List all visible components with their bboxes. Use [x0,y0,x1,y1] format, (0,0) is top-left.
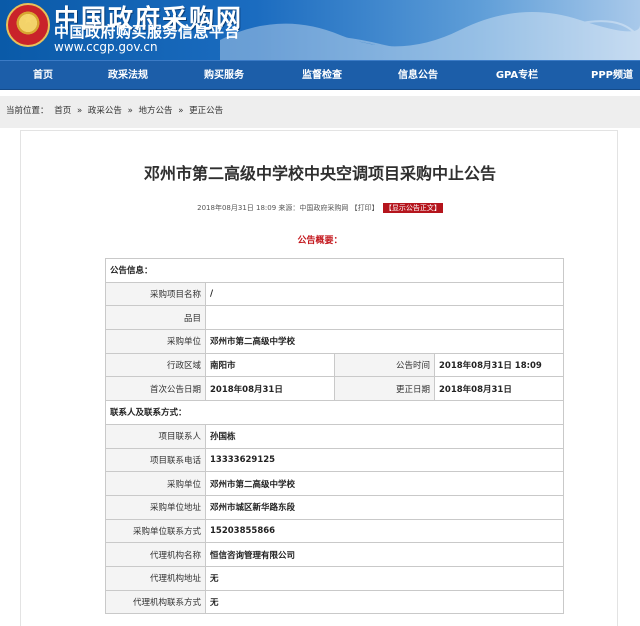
buyer-phone-label: 采购单位联系方式 [105,518,206,544]
table-row: 公告信息： [104,258,565,283]
buyer-phone-value: 15203855866 [204,518,565,544]
breadcrumb-separator: » [76,106,83,116]
item-value [204,305,565,331]
contact-phone-label: 项目联系电话 [105,447,206,473]
table-row: 联系人及联系方式： [104,400,565,425]
buyer-address-value: 邓州市城区新华路东段 [204,494,565,520]
summary-heading: 公告概要： [297,236,343,246]
nav-item-gpa[interactable]: GPA专栏 [490,61,544,90]
publish-time-value: 2018年08月31日 18:09 [433,352,565,378]
agency-phone-label: 代理机构联系方式 [105,589,206,615]
banner-wave-decoration [220,12,640,60]
contact-phone-value: 13333629125 [204,447,565,473]
breadcrumb-gov-notices[interactable]: 政采公告 [88,106,122,116]
project-name-value: / [204,281,565,307]
item-label: 品目 [105,305,206,331]
table-row: 首次公告日期 2018年08月31日 更正日期 2018年08月31日 [105,376,565,402]
table-row: 品目 [105,305,565,331]
table-row: 代理机构联系方式 无 [105,589,565,615]
buyer-value: 邓州市第二高级中学校 [204,329,565,354]
breadcrumb-separator: » [178,106,184,116]
table-row: 采购单位联系方式 15203855866 [105,518,565,544]
site-url: www.ccgp.gov.cn [54,40,158,54]
notice-date-source: 2018年08月31日 18:09 来源：中国政府采购网 【打印】 [197,204,379,212]
table-row: 项目联系人 孙国栋 [105,423,565,449]
national-emblem-icon[interactable]: ★ [6,3,50,47]
site-banner: ★ 中国政府采购网 中国政府购买服务信息平台 www.ccgp.gov.cn [0,0,640,60]
agency-phone-value: 无 [204,589,565,615]
buyer-address-label: 采购单位地址 [105,494,206,520]
buyer-label: 采购单位 [105,329,206,354]
agency-label: 代理机构名称 [105,542,206,567]
agency-address-label: 代理机构地址 [105,565,206,591]
region-value: 南阳市 [205,352,335,378]
table-row: 采购单位地址 邓州市城区新华路东段 [105,494,565,520]
table-row: 采购单位 邓州市第二高级中学校 [105,471,565,496]
nav-item-home[interactable]: 首页 [18,61,68,90]
nav-item-services[interactable]: 购买服务 [196,61,252,90]
breadcrumb: 当前位置： 首页 » 政采公告 » 地方公告 » 更正公告 [6,104,226,116]
contact-person-value: 孙国栋 [204,423,565,449]
breadcrumb-bar: 当前位置： 首页 » 政采公告 » 地方公告 » 更正公告 [0,96,640,128]
correction-date-value: 2018年08月31日 [433,376,565,402]
first-date-label: 首次公告日期 [105,376,206,402]
main-nav: 首页 政采法规 购买服务 监督检查 信息公告 GPA专栏 PPP频道 [0,60,640,90]
table-row: 项目联系电话 13333629125 [105,447,565,473]
nav-item-notices[interactable]: 信息公告 [390,61,446,90]
contact-person-label: 项目联系人 [105,423,206,449]
project-name-label: 采购项目名称 [105,281,206,307]
table-row: 采购单位 邓州市第二高级中学校 [105,329,565,354]
first-date-value: 2018年08月31日 [205,376,335,402]
show-text-button[interactable]: 【显示公告正文】 [382,203,443,213]
table-row: 采购项目名称 / [105,281,565,307]
notice-info-table: 公告信息： 采购项目名称 / 品目 采购单位 邓州市第二高级中学校 行政区域 南… [104,258,565,615]
contact-buyer-label: 采购单位 [105,471,206,496]
agency-value: 恒信咨询管理有限公司 [204,542,565,567]
table-row: 代理机构名称 恒信咨询管理有限公司 [105,542,565,567]
nav-item-supervision[interactable]: 监督检查 [294,61,350,90]
agency-address-value: 无 [204,565,565,591]
contact-buyer-value: 邓州市第二高级中学校 [204,471,565,496]
breadcrumb-separator: » [127,106,133,116]
notice-meta: 2018年08月31日 18:09 来源：中国政府采购网 【打印】 【显示公告正… [0,203,640,213]
breadcrumb-correction-notices[interactable]: 更正公告 [189,106,223,116]
region-label: 行政区域 [105,352,206,378]
site-subtitle: 中国政府购买服务信息平台 [54,23,241,41]
nav-item-regulations[interactable]: 政采法规 [102,61,154,90]
table-row: 代理机构地址 无 [105,565,565,591]
notice-title: 邓州市第二高级中学校中央空调项目采购中止公告 [143,164,496,183]
section-contact: 联系人及联系方式： [104,400,565,425]
table-row: 行政区域 南阳市 公告时间 2018年08月31日 18:09 [105,352,565,378]
nav-item-ppp[interactable]: PPP频道 [586,61,638,90]
correction-date-label: 更正日期 [334,376,435,402]
publish-time-label: 公告时间 [334,352,435,378]
breadcrumb-local-notices[interactable]: 地方公告 [138,106,172,116]
breadcrumb-prefix: 当前位置： [6,106,49,116]
breadcrumb-home[interactable]: 首页 [54,106,71,116]
section-notice-info: 公告信息： [104,258,565,283]
page-root: ★ 中国政府采购网 中国政府购买服务信息平台 www.ccgp.gov.cn 首… [0,0,640,626]
